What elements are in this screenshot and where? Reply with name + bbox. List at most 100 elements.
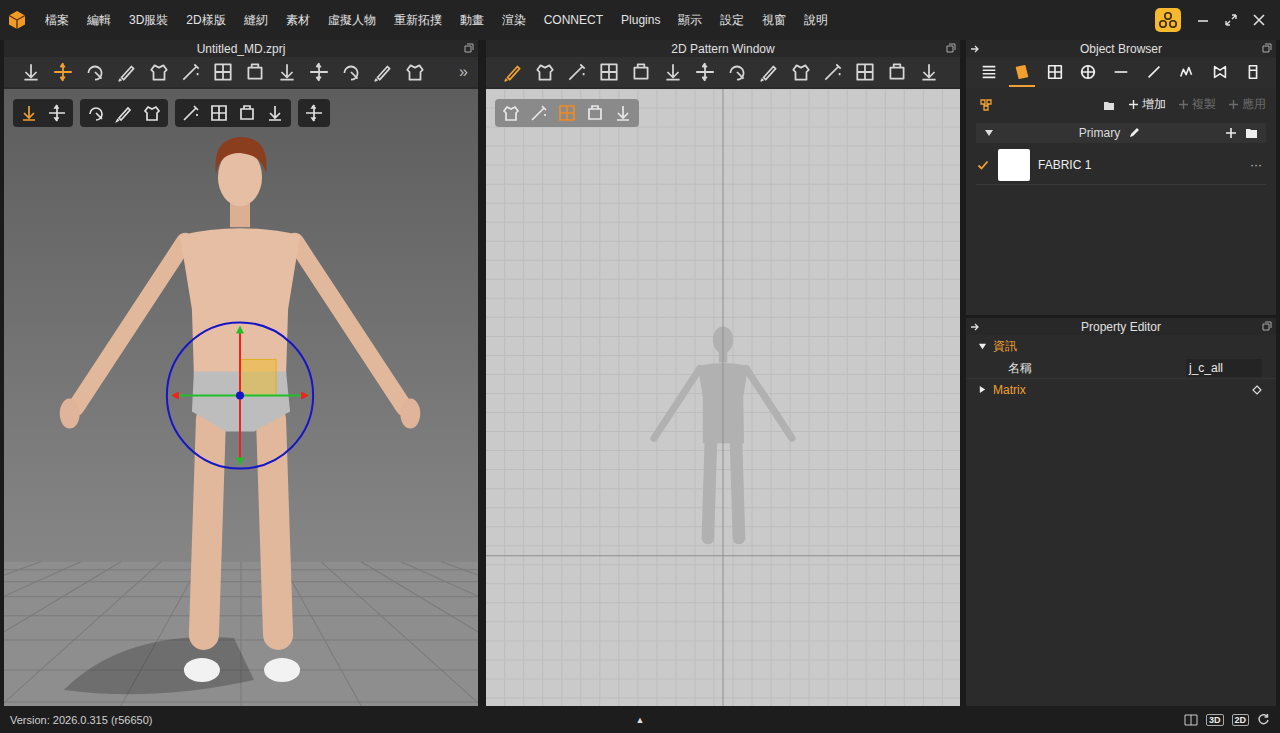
view-icon[interactable] [585,103,605,123]
tool-icon[interactable] [404,61,426,83]
view-icon[interactable] [237,103,257,123]
pattern-canvas[interactable] [486,89,960,706]
field-value[interactable]: j_c_all [1186,359,1262,377]
view-icon[interactable] [209,103,229,123]
menu-item[interactable]: 2D樣版 [177,10,234,31]
pattern-grid[interactable] [486,89,960,706]
browser-tab[interactable] [1174,59,1200,87]
section-header[interactable]: 資訊 [966,335,1276,358]
tool-icon[interactable] [52,61,74,83]
restore-icon[interactable] [1262,321,1272,331]
tool-icon[interactable] [534,61,556,83]
expand-arrow-icon[interactable] [978,385,987,394]
tool-icon[interactable] [822,61,844,83]
transform-gizmo[interactable] [167,322,313,468]
tool-icon[interactable] [180,61,202,83]
close-icon[interactable] [1252,13,1266,27]
tool-icon[interactable] [790,61,812,83]
browser-tab[interactable] [976,59,1002,87]
tool-icon[interactable] [148,61,170,83]
expand-arrow-icon[interactable] [978,342,987,351]
menu-item[interactable]: 設定 [711,10,753,31]
tool-icon[interactable] [84,61,106,83]
menu-item[interactable]: 顯示 [669,10,711,31]
browser-tab[interactable] [1240,59,1266,87]
view-icon[interactable] [142,103,162,123]
action-button[interactable]: 增加 [1128,96,1166,113]
refresh-icon[interactable] [1257,713,1270,726]
tool-icon[interactable] [212,61,234,83]
browser-tab[interactable] [1108,59,1134,87]
view-icon[interactable] [19,103,39,123]
browser-tab[interactable] [1207,59,1233,87]
tool-icon[interactable] [20,61,42,83]
tool-icon[interactable] [244,61,266,83]
more-button[interactable]: ··· [1250,158,1266,172]
tool-icon[interactable] [630,61,652,83]
avatar-figure[interactable] [60,137,421,682]
tool-icon[interactable] [854,61,876,83]
menu-item[interactable]: 素材 [277,10,319,31]
view-icon[interactable] [47,103,67,123]
menu-item[interactable]: 渲染 [493,10,535,31]
restore-icon[interactable] [464,43,474,53]
fabric-item[interactable]: FABRIC 1··· [976,147,1266,185]
tool-icon[interactable] [308,61,330,83]
tool-icon[interactable] [886,61,908,83]
tool-icon[interactable] [758,61,780,83]
tool-icon[interactable] [116,61,138,83]
section-header[interactable]: Matrix [966,379,1276,400]
add-icon[interactable] [1225,127,1237,139]
tool-icon[interactable] [726,61,748,83]
group-header[interactable]: Primary [976,123,1266,143]
view-icon[interactable] [114,103,134,123]
menu-item[interactable]: 動畫 [451,10,493,31]
minimize-icon[interactable] [1196,13,1210,27]
import-icon[interactable] [1102,98,1116,112]
menu-item[interactable]: 說明 [795,10,837,31]
menu-item[interactable]: Plugins [612,11,669,29]
menu-item[interactable]: 編輯 [78,10,120,31]
split-view-icon[interactable] [1184,714,1198,726]
menu-item[interactable]: 重新拓撲 [385,10,451,31]
avatar-scene[interactable] [4,89,478,706]
browser-tab[interactable] [1042,59,1068,87]
maximize-icon[interactable] [1224,13,1238,27]
menu-item[interactable]: CONNECT [535,11,612,29]
connect-app-icon[interactable] [1154,7,1182,33]
menu-item[interactable]: 3D服裝 [120,10,177,31]
view-icon[interactable] [501,103,521,123]
viewport-3d[interactable] [4,89,478,706]
tool-icon[interactable] [918,61,940,83]
tool-icon[interactable] [662,61,684,83]
expand-arrow-icon[interactable] [984,128,994,138]
browser-tab[interactable] [1141,59,1167,87]
view-icon[interactable] [613,103,633,123]
dock-arrow-icon[interactable] [970,44,980,54]
reset-diamond-icon[interactable] [1252,385,1262,395]
browser-tab[interactable] [1009,59,1035,87]
view-icon[interactable] [529,103,549,123]
tool-icon[interactable] [694,61,716,83]
view-mode-button[interactable]: 3D [1206,714,1224,726]
tool-icon[interactable] [502,61,524,83]
expand-timeline-button[interactable]: ▲ [636,715,645,725]
menu-item[interactable]: 虛擬人物 [319,10,385,31]
view-icon[interactable] [557,103,577,123]
folder-icon[interactable] [1245,127,1258,139]
view-mode-button[interactable]: 2D [1232,714,1250,726]
menu-item[interactable]: 檔案 [36,10,78,31]
fabric-type-icon[interactable] [978,97,994,113]
view-icon[interactable] [181,103,201,123]
restore-icon[interactable] [946,43,956,53]
view-icon[interactable] [304,103,324,123]
tool-icon[interactable] [372,61,394,83]
tool-icon[interactable] [566,61,588,83]
view-icon[interactable] [265,103,285,123]
toolbar-overflow[interactable]: » [459,63,468,81]
dock-arrow-icon[interactable] [970,322,980,332]
view-icon[interactable] [86,103,106,123]
menu-item[interactable]: 視窗 [753,10,795,31]
menu-item[interactable]: 縫紉 [235,10,277,31]
tool-icon[interactable] [598,61,620,83]
